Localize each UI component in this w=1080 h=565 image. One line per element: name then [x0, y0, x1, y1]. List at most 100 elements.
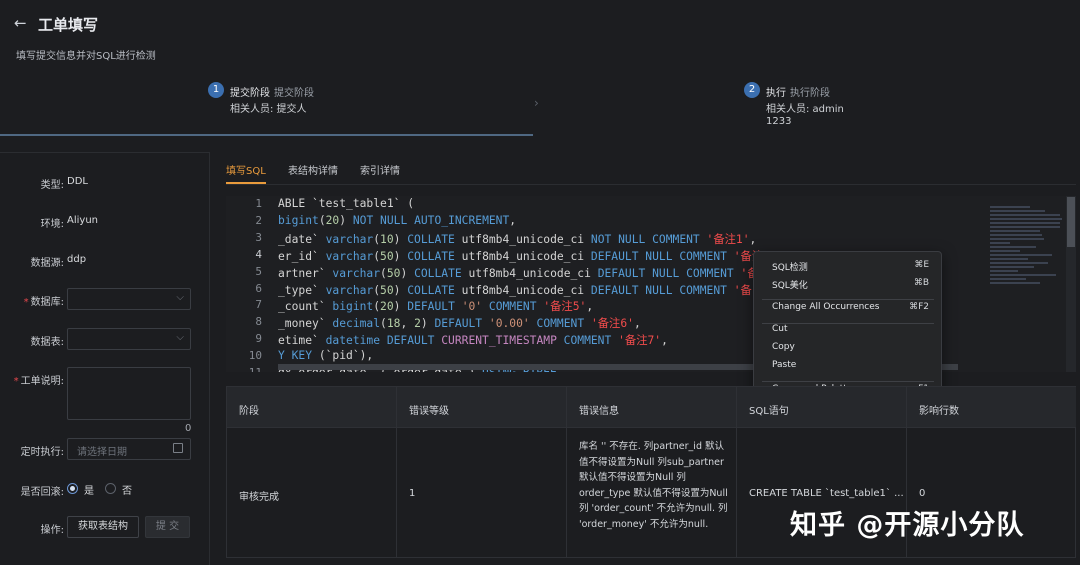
rollback-no-label[interactable]: 否 — [122, 482, 132, 497]
minimap-line — [990, 214, 1060, 216]
code-token: 18 — [386, 317, 401, 331]
tab-fill-sql[interactable]: 填写SQL — [226, 162, 266, 177]
rollback-yes-radio[interactable] — [67, 483, 78, 494]
back-arrow-icon[interactable]: ← — [14, 14, 30, 32]
code-token: NOT NULL — [590, 232, 646, 246]
code-line[interactable]: er_id` varchar(50) COLLATE utf8mb4_unico… — [278, 248, 763, 264]
context-menu-item[interactable]: Change All Occurrences ⌘F2 — [754, 302, 941, 316]
menu-item-label: SQL美化 — [772, 281, 808, 291]
code-token: Y KEY — [278, 349, 313, 363]
code-token: ( — [318, 213, 326, 227]
minimap-line — [990, 242, 1010, 244]
code-token: er_id` — [278, 249, 326, 263]
calendar-icon — [173, 443, 183, 453]
code-line[interactable]: _type` varchar(50) COLLATE utf8mb4_unico… — [278, 282, 752, 298]
code-token: , — [586, 300, 594, 314]
type-value: DDL — [67, 176, 88, 187]
menu-item-label: Copy — [772, 342, 795, 352]
rollback-yes-label[interactable]: 是 — [84, 482, 94, 497]
code-line[interactable]: bigint(20) NOT NULL AUTO_INCREMENT, — [278, 214, 516, 227]
page-subtitle: 填写提交信息并对SQL进行检测 — [16, 51, 156, 62]
code-line[interactable]: etime` datetime DEFAULT CURRENT_TIMESTAM… — [278, 332, 668, 348]
line-number: 1 — [255, 197, 262, 210]
code-token: ( — [373, 249, 381, 263]
code-token: ) — [400, 266, 415, 280]
table-cell-level: 1 — [397, 428, 567, 558]
line-number: 6 — [255, 281, 262, 295]
code-line[interactable]: artner` varchar(50) COLLATE utf8mb4_unic… — [278, 265, 759, 281]
table-label: 数据表: — [30, 337, 64, 348]
editor-vertical-scrollbar[interactable] — [1066, 196, 1076, 372]
rollback-no-radio[interactable] — [105, 483, 116, 494]
menu-item-label: Paste — [772, 360, 797, 370]
minimap-line — [990, 254, 1052, 256]
code-token: COMMENT — [482, 300, 544, 314]
table-select[interactable]: ⌵ — [67, 328, 191, 350]
code-token: artner` — [278, 266, 333, 280]
code-line[interactable]: ABLE `test_table1` ( — [278, 197, 414, 210]
code-line[interactable]: _date` varchar(10) COLLATE utf8mb4_unico… — [278, 231, 756, 247]
desc-char-counter: 0 — [185, 423, 192, 434]
code-token: ABLE `test_table1` ( — [278, 197, 415, 210]
code-token: 50 — [386, 266, 401, 280]
date-placeholder: 请选择日期 — [77, 447, 127, 458]
minimap-line — [990, 274, 1056, 276]
code-token: 50 — [380, 249, 394, 263]
schedule-date-picker[interactable]: 请选择日期 — [67, 438, 191, 460]
editor-minimap[interactable] — [988, 206, 1066, 296]
watermark: 知乎 @开源小分队 — [790, 510, 1025, 541]
env-label: 环境: — [40, 219, 64, 230]
code-token: _count` — [278, 300, 333, 314]
datasource-label: 数据源: — [30, 258, 64, 269]
scrollbar-thumb[interactable] — [1067, 197, 1075, 247]
context-menu-item[interactable]: Cut — [754, 324, 941, 338]
code-token: 10 — [380, 232, 394, 246]
code-token: '备注5' — [543, 300, 587, 314]
code-line[interactable]: Y KEY (`pid`), — [278, 349, 373, 362]
code-token: '备注1' — [706, 232, 750, 246]
sql-editor[interactable]: 1 2 3 4 5 6 7 8 9 10 11 ABLE `test_table1` (bigint… — [226, 196, 1076, 372]
tab-index-detail[interactable]: 索引详情 — [360, 162, 400, 177]
context-menu-item[interactable]: Copy — [754, 342, 941, 356]
submit-button[interactable]: 提 交 — [145, 516, 190, 538]
code-token: COMMENT — [556, 334, 619, 348]
code-token: 20 — [325, 213, 340, 227]
code-line[interactable]: _count` bigint(20) DEFAULT '0' COMMENT '… — [278, 298, 593, 314]
code-token: , — [509, 213, 517, 227]
step-title: 提交阶段 提交阶段 — [230, 88, 314, 99]
code-token: DEFAULT NULL — [590, 249, 673, 263]
minimap-line — [990, 266, 1034, 268]
context-menu-item[interactable]: SQL美化 ⌘B — [754, 278, 941, 292]
step-title: 执行 执行阶段 — [766, 88, 830, 99]
code-token: DEFAULT NULL — [597, 266, 680, 280]
col-header-stage: 阶段 — [227, 387, 397, 428]
tab-table-schema[interactable]: 表结构详情 — [288, 162, 338, 177]
code-line[interactable]: _money` decimal(18, 2) DEFAULT '0.00' CO… — [278, 315, 641, 331]
chevron-down-icon: ⌵ — [176, 292, 184, 303]
desc-textarea[interactable] — [67, 367, 191, 420]
minimap-line — [990, 250, 1020, 252]
minimap-line — [990, 258, 1028, 260]
code-token: ( — [380, 317, 387, 331]
col-header-level: 错误等级 — [397, 387, 567, 428]
context-menu-item[interactable]: Paste — [754, 360, 941, 374]
minimap-line — [990, 218, 1062, 220]
line-number: 7 — [255, 298, 262, 312]
step-extra: 1233 — [766, 116, 792, 127]
code-token: '0' — [461, 300, 483, 314]
menu-item-label: Cut — [772, 324, 788, 334]
minimap-line — [990, 262, 1048, 264]
database-select[interactable]: ⌵ — [67, 288, 191, 310]
minimap-line — [990, 234, 1042, 236]
code-token: DEFAULT — [407, 300, 462, 314]
table-cell-stage: 审核完成 — [227, 428, 397, 558]
line-number: 9 — [255, 332, 262, 346]
menu-separator — [762, 381, 934, 382]
code-token: DEFAULT NULL — [590, 283, 673, 297]
context-menu-item[interactable]: SQL检测 ⌘E — [754, 260, 941, 274]
code-token: COLLATE — [407, 283, 455, 297]
code-token: COMMENT — [529, 317, 591, 331]
fetch-schema-button[interactable]: 获取表结构 — [67, 516, 139, 538]
line-number: 5 — [255, 264, 262, 278]
code-token: COMMENT — [672, 283, 734, 297]
